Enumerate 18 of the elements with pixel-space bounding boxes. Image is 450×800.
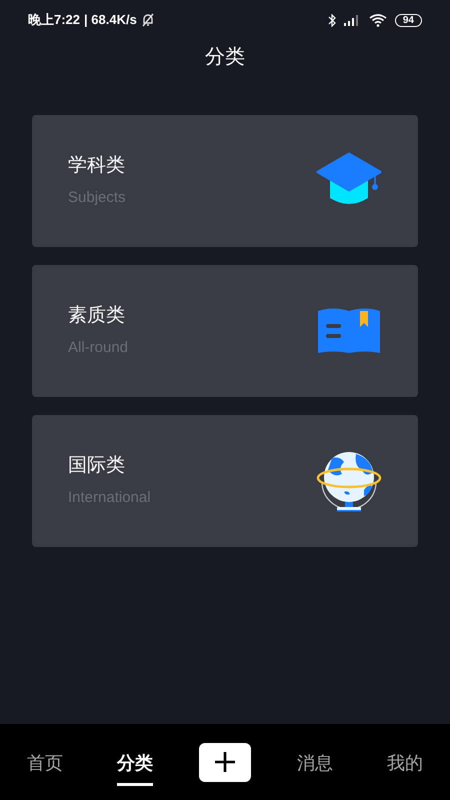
nav-tab[interactable]: 分类 [117, 738, 153, 786]
add-button[interactable] [199, 742, 251, 782]
wifi-icon [368, 14, 387, 26]
signal-icon [344, 14, 361, 26]
network-speed: | 68.4K/s [84, 11, 137, 30]
page-title: 分类 [204, 45, 246, 70]
category-title: 学科类 [68, 154, 125, 178]
nav-tab[interactable]: 消息 [297, 738, 333, 786]
category-title: 素质类 [68, 304, 125, 328]
category-title: 国际类 [68, 454, 125, 478]
plus-icon [214, 751, 236, 773]
bell-off-icon [140, 13, 155, 27]
status-time: 晚上7:22 [28, 11, 80, 30]
nav-tab[interactable]: 我的 [387, 738, 423, 786]
bluetooth-icon [328, 14, 336, 26]
nav-tab[interactable]: 首页 [27, 738, 63, 786]
book-icon [316, 307, 382, 355]
battery-level: 94 [394, 14, 422, 26]
